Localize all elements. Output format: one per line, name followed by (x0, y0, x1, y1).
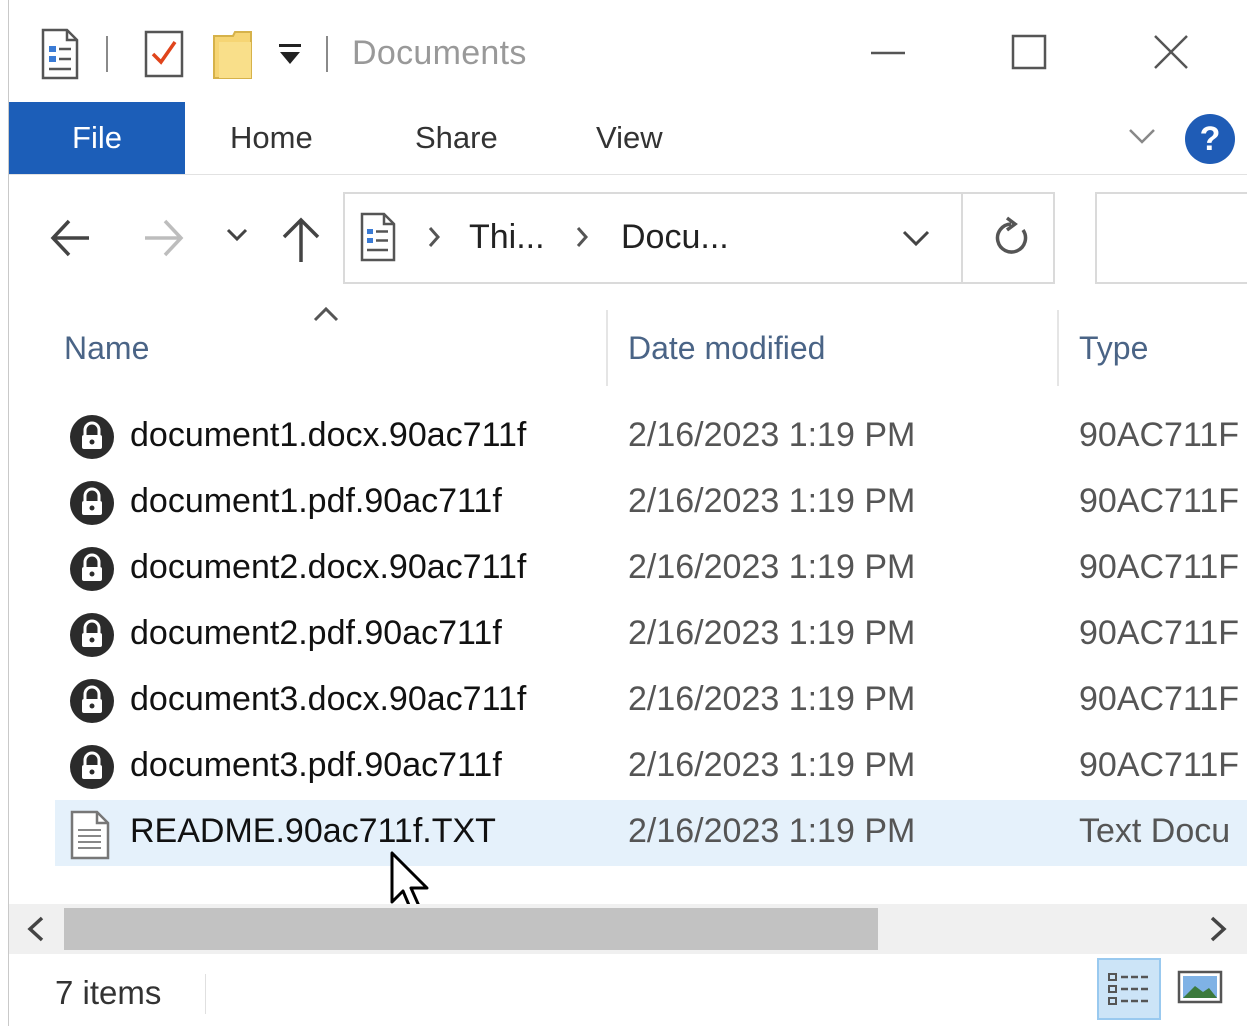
details-view-button[interactable] (1097, 958, 1161, 1020)
lock-icon (69, 546, 115, 597)
scroll-left-arrow-icon[interactable] (23, 914, 49, 949)
file-date-modified: 2/16/2023 1:19 PM (628, 680, 916, 718)
file-type: 90AC711F (1079, 614, 1240, 652)
file-date-modified: 2/16/2023 1:19 PM (628, 416, 916, 454)
text-file-icon (69, 810, 111, 865)
file-name: document2.pdf.90ac711f (130, 614, 502, 652)
large-icons-view-button[interactable] (1171, 958, 1235, 1020)
file-date-modified: 2/16/2023 1:19 PM (628, 614, 916, 652)
quick-access-divider (106, 36, 108, 72)
file-row[interactable]: document2.pdf.90ac711f 2/16/2023 1:19 PM… (55, 602, 1247, 668)
checkmark-icon[interactable] (143, 28, 185, 85)
lock-icon (69, 414, 115, 465)
scroll-right-arrow-icon[interactable] (1205, 914, 1231, 949)
recent-locations-chevron-icon[interactable] (225, 226, 249, 249)
back-arrow-icon[interactable] (47, 214, 93, 267)
column-header-type[interactable]: Type (1079, 330, 1148, 367)
lock-icon (69, 480, 115, 531)
file-date-modified: 2/16/2023 1:19 PM (628, 548, 916, 586)
file-type: 90AC711F (1079, 482, 1240, 520)
address-bar[interactable]: Thi... Docu... (343, 192, 1055, 284)
up-arrow-icon[interactable] (279, 212, 323, 269)
file-type: 90AC711F (1079, 416, 1240, 454)
maximize-button[interactable] (979, 22, 1079, 82)
lock-icon (69, 744, 115, 795)
lock-icon (69, 678, 115, 729)
title-divider (326, 36, 328, 72)
tab-home[interactable]: Home (230, 102, 313, 174)
new-folder-icon[interactable] (211, 28, 255, 85)
properties-icon[interactable] (39, 28, 81, 85)
file-row[interactable]: document3.docx.90ac711f 2/16/2023 1:19 P… (55, 668, 1247, 734)
file-type: 90AC711F (1079, 680, 1240, 718)
ribbon-tabs: File Home Share View ? (9, 102, 1247, 175)
file-date-modified: 2/16/2023 1:19 PM (628, 482, 916, 520)
status-divider (205, 974, 206, 1014)
file-date-modified: 2/16/2023 1:19 PM (628, 812, 916, 850)
file-row[interactable]: document3.pdf.90ac711f 2/16/2023 1:19 PM… (55, 734, 1247, 800)
customize-toolbar-icon[interactable] (277, 42, 303, 75)
expand-ribbon-chevron-icon[interactable] (1127, 124, 1157, 153)
minimize-button[interactable] (837, 22, 937, 82)
column-divider[interactable] (606, 310, 608, 386)
item-count: 7 items (55, 974, 162, 1011)
file-name: document3.docx.90ac711f (130, 680, 527, 718)
window-title: Documents (352, 34, 527, 72)
close-button[interactable] (1121, 22, 1221, 82)
column-header-name[interactable]: Name (64, 330, 149, 367)
help-button[interactable]: ? (1185, 114, 1235, 164)
sort-ascending-icon (311, 304, 341, 329)
location-icon (359, 212, 397, 267)
file-name: README.90ac711f.TXT (130, 812, 496, 850)
search-input[interactable] (1095, 192, 1247, 284)
forward-arrow-icon[interactable] (141, 214, 187, 267)
file-name: document2.docx.90ac711f (130, 548, 527, 586)
file-type: 90AC711F (1079, 548, 1240, 586)
file-date-modified: 2/16/2023 1:19 PM (628, 746, 916, 784)
file-row[interactable]: document1.pdf.90ac711f 2/16/2023 1:19 PM… (55, 470, 1247, 536)
tab-file[interactable]: File (9, 102, 185, 174)
scrollbar-thumb[interactable] (64, 908, 878, 950)
refresh-icon[interactable] (989, 216, 1033, 265)
column-header-date-modified[interactable]: Date modified (628, 330, 825, 367)
file-type: Text Docu (1079, 812, 1231, 850)
breadcrumb-separator-icon[interactable] (425, 224, 443, 258)
breadcrumb-documents[interactable]: Docu... (621, 218, 729, 257)
file-row-selected[interactable]: README.90ac711f.TXT 2/16/2023 1:19 PM Te… (55, 800, 1247, 866)
file-name: document3.pdf.90ac711f (130, 746, 502, 784)
horizontal-scrollbar[interactable] (9, 904, 1247, 954)
file-name: document1.pdf.90ac711f (130, 482, 502, 520)
breadcrumb-separator-icon[interactable] (573, 224, 591, 258)
address-history-chevron-icon[interactable] (901, 228, 931, 255)
explorer-window: Documents File Home Share View ? Thi... … (8, 0, 1247, 1026)
title-bar: Documents (9, 0, 1247, 102)
breadcrumb-this-pc[interactable]: Thi... (469, 218, 545, 257)
tab-share[interactable]: Share (415, 102, 498, 174)
file-name: document1.docx.90ac711f (130, 416, 527, 454)
file-type: 90AC711F (1079, 746, 1240, 784)
address-divider (961, 194, 963, 282)
tab-view[interactable]: View (596, 102, 663, 174)
lock-icon (69, 612, 115, 663)
file-row[interactable]: document1.docx.90ac711f 2/16/2023 1:19 P… (55, 404, 1247, 470)
file-row[interactable]: document2.docx.90ac711f 2/16/2023 1:19 P… (55, 536, 1247, 602)
column-divider[interactable] (1057, 310, 1059, 386)
